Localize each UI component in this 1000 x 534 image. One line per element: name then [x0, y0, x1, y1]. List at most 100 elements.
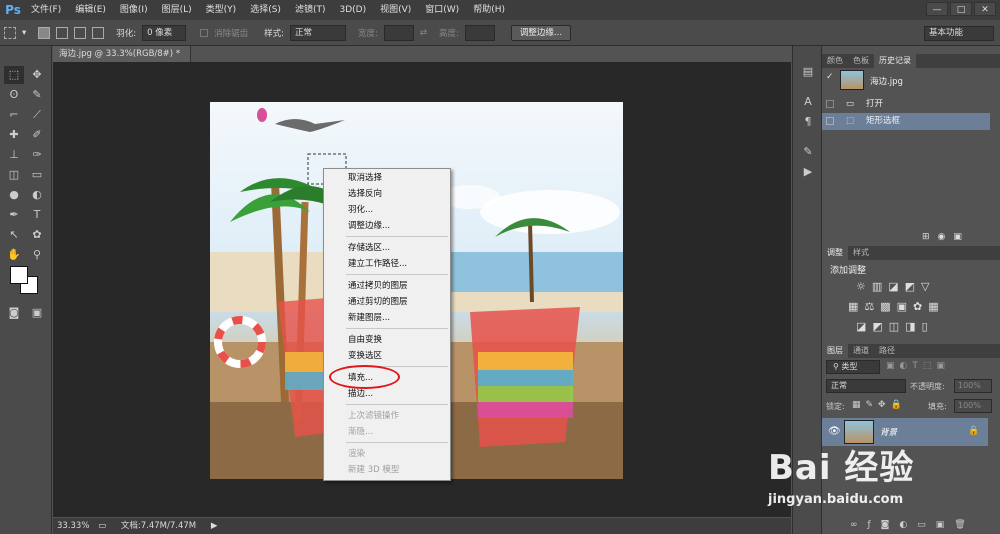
add-selection-icon[interactable] — [56, 26, 69, 39]
brush-tool-icon[interactable]: ✐ — [27, 126, 47, 144]
refine-edge-button[interactable]: 调整边缘... — [510, 24, 572, 41]
screen-mode-icon[interactable]: ▣ — [27, 304, 47, 322]
healing-tool-icon[interactable]: ✚ — [4, 126, 24, 144]
menu-layer-via-copy[interactable]: 通过拷贝的图层 — [348, 279, 408, 293]
menu-window[interactable]: 窗口(W) — [418, 0, 466, 20]
opacity-input[interactable]: 100% — [954, 379, 992, 393]
history-brush-source-icon[interactable]: ✓ — [826, 72, 834, 82]
menu-layer-via-cut[interactable]: 通过剪切的图层 — [348, 295, 408, 309]
menu-feather[interactable]: 羽化... — [348, 203, 373, 217]
zoom-level[interactable]: 33.33% — [57, 521, 89, 531]
tab-history[interactable]: 历史记录 — [874, 54, 916, 68]
document-tab[interactable]: 海边.jpg @ 33.3%(RGB/8#) * × — [53, 46, 191, 75]
workspace-select[interactable]: 基本功能 — [924, 26, 994, 41]
menu-make-work-path[interactable]: 建立工作路径... — [348, 257, 407, 271]
subtract-selection-icon[interactable] — [74, 26, 87, 39]
hand-tool-icon[interactable]: ✋ — [4, 246, 24, 264]
type-tool-icon[interactable]: T — [27, 206, 47, 224]
style-select[interactable]: 正常 — [290, 24, 347, 41]
character-panel-icon[interactable]: A — [800, 94, 816, 110]
intersect-selection-icon[interactable] — [92, 26, 105, 39]
crop-tool-icon[interactable]: ⌐ — [4, 106, 24, 124]
menu-new-layer[interactable]: 新建图层... — [348, 311, 390, 325]
dodge-tool-icon[interactable]: ◐ — [27, 186, 47, 204]
menu-view[interactable]: 视图(V) — [373, 0, 418, 20]
pen-tool-icon[interactable]: ✒ — [4, 206, 24, 224]
menu-refine-edge[interactable]: 调整边缘... — [348, 219, 390, 233]
tab-swatches[interactable]: 色板 — [848, 54, 874, 68]
stamp-tool-icon[interactable]: ⊥ — [4, 146, 24, 164]
adjustment-icons-row-3[interactable]: ◪◩◫◨▯ — [856, 320, 934, 333]
lock-icons[interactable]: ▦✎✥🔒 — [852, 400, 907, 410]
feather-input[interactable]: 0 像素 — [142, 24, 187, 41]
marquee-preset-icon[interactable] — [4, 26, 16, 39]
history-item-marquee[interactable]: ⬚ 矩形选框 — [822, 113, 990, 130]
menu-edit[interactable]: 编辑(E) — [68, 0, 113, 20]
eyedropper-tool-icon[interactable]: ⟋ — [27, 106, 47, 124]
menu-save-selection[interactable]: 存储选区... — [348, 241, 390, 255]
new-selection-icon[interactable] — [38, 26, 51, 39]
tab-channels[interactable]: 通道 — [848, 344, 874, 358]
menu-image[interactable]: 图像(I) — [113, 0, 155, 20]
menu-select-inverse[interactable]: 选择反向 — [348, 187, 382, 201]
menu-layer[interactable]: 图层(L) — [155, 0, 199, 20]
menu-free-transform[interactable]: 自由变换 — [348, 333, 382, 347]
tab-styles[interactable]: 样式 — [848, 246, 874, 260]
layer-filter-icons[interactable]: ▣◐T⬚▣ — [886, 361, 950, 371]
fill-label: 填充: — [928, 402, 947, 411]
layer-name[interactable]: 背景 — [880, 426, 897, 438]
quick-mask-icon[interactable]: ◙ — [4, 304, 24, 322]
blend-mode-select[interactable]: 正常 — [826, 379, 906, 393]
menu-stroke[interactable]: 描边... — [348, 387, 373, 401]
menu-filter[interactable]: 滤镜(T) — [288, 0, 333, 20]
history-checkbox[interactable] — [826, 100, 834, 108]
foreground-color-front[interactable] — [10, 266, 28, 284]
history-brush-tool-icon[interactable]: ✑ — [27, 146, 47, 164]
history-footer-icons[interactable]: ⊞◉▣ — [922, 232, 970, 242]
menu-transform-selection[interactable]: 变换选区 — [348, 349, 382, 363]
swap-icon[interactable]: ⇄ — [420, 28, 427, 38]
tab-adjustments[interactable]: 调整 — [822, 246, 848, 260]
snapshot-thumbnail[interactable] — [840, 70, 864, 90]
menu-3d[interactable]: 3D(D) — [332, 0, 373, 20]
antialias-checkbox[interactable] — [200, 28, 209, 37]
gradient-tool-icon[interactable]: ▭ — [27, 166, 47, 184]
lasso-tool-icon[interactable]: ʘ — [4, 86, 24, 104]
menu-type[interactable]: 类型(Y) — [199, 0, 244, 20]
tab-color[interactable]: 颜色 — [822, 54, 848, 68]
tab-layers[interactable]: 图层 — [822, 344, 848, 358]
path-select-tool-icon[interactable]: ↖ — [4, 226, 24, 244]
eraser-tool-icon[interactable]: ◫ — [4, 166, 24, 184]
dropdown-arrow-icon[interactable]: ▾ — [22, 28, 26, 38]
height-input[interactable] — [464, 24, 495, 41]
history-checkbox[interactable] — [826, 117, 834, 125]
fill-input[interactable]: 100% — [954, 399, 992, 413]
restore-button[interactable]: □ — [950, 2, 972, 16]
menu-deselect[interactable]: 取消选择 — [348, 171, 382, 185]
shape-tool-icon[interactable]: ✿ — [27, 226, 47, 244]
marquee-tool-icon[interactable]: ⬚ — [4, 66, 24, 84]
actions-play-icon[interactable]: ▶ — [800, 164, 816, 180]
zoom-tool-icon[interactable]: ⚲ — [27, 246, 47, 264]
status-arrow-icon[interactable]: ▶ — [211, 521, 218, 531]
panel-toggle-icon[interactable]: ▤ — [800, 64, 816, 80]
brush-panel-icon[interactable]: ✎ — [800, 144, 816, 160]
width-input[interactable] — [383, 24, 414, 41]
visibility-eye-icon[interactable]: 👁 — [828, 426, 841, 437]
quick-select-tool-icon[interactable]: ✎ — [27, 86, 47, 104]
tab-paths[interactable]: 路径 — [874, 344, 900, 358]
menu-select[interactable]: 选择(S) — [243, 0, 288, 20]
status-icon[interactable]: ▭ — [98, 521, 106, 531]
blur-tool-icon[interactable]: ● — [4, 186, 24, 204]
snapshot-name[interactable]: 海边.jpg — [870, 75, 903, 87]
close-button[interactable]: ✕ — [974, 2, 996, 16]
adjustment-icons-row-1[interactable]: ☼▥◪◩▽ — [856, 280, 936, 293]
adjustment-icons-row-2[interactable]: ▦⚖▩▣✿▦ — [848, 300, 945, 313]
paragraph-panel-icon[interactable]: ¶ — [800, 114, 816, 130]
menu-help[interactable]: 帮助(H) — [466, 0, 512, 20]
minimize-button[interactable]: — — [926, 2, 948, 16]
menu-file[interactable]: 文件(F) — [24, 0, 68, 20]
move-tool-icon[interactable]: ✥ — [27, 66, 47, 84]
history-item-open[interactable]: ▭ 打开 — [822, 96, 990, 113]
layer-filter-select[interactable]: ⚲ 类型 — [826, 360, 880, 374]
